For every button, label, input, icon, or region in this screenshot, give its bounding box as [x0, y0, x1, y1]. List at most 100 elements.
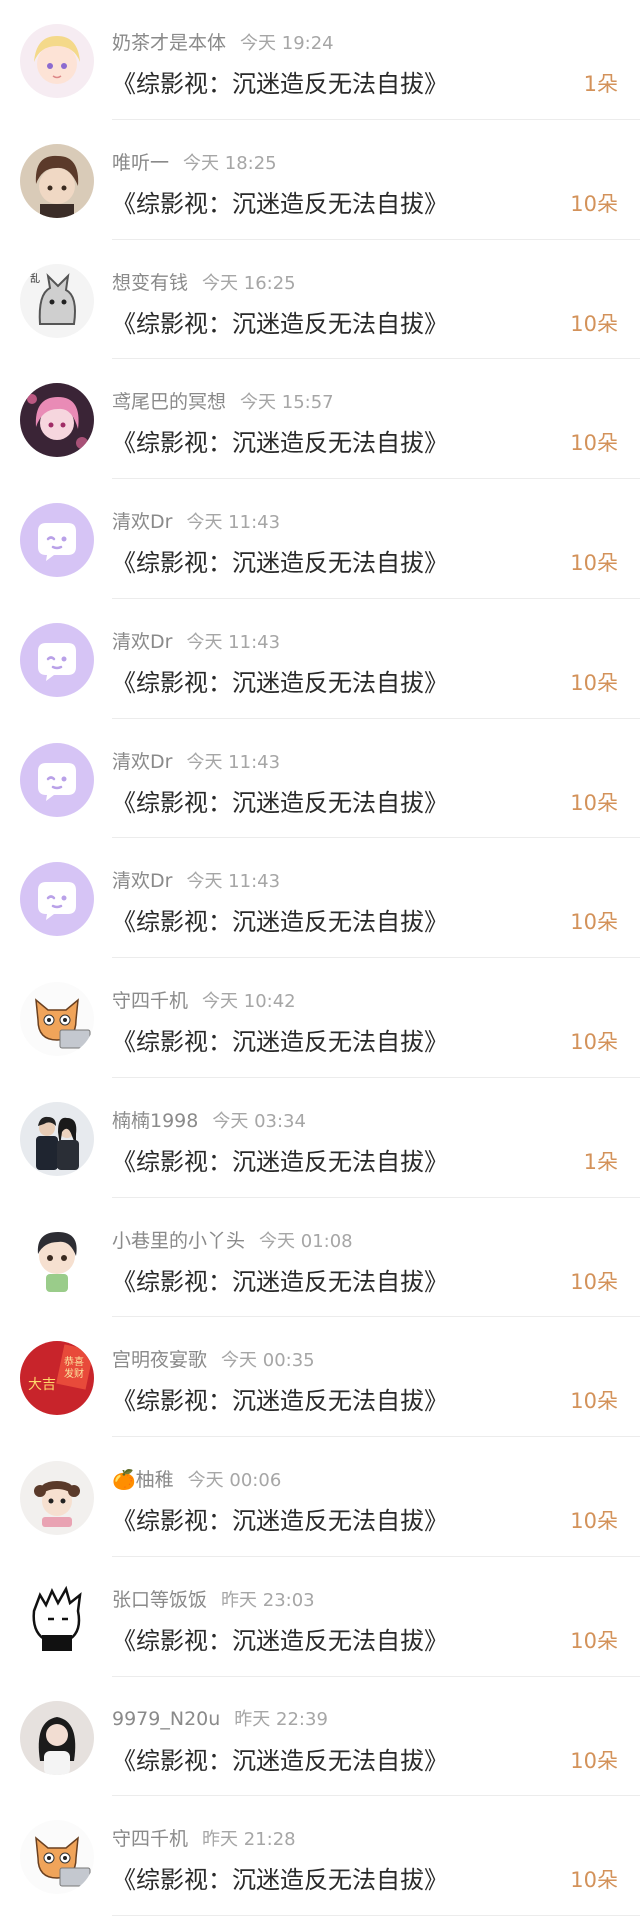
book-title: 《综影视：沉迷造反无法自拔》	[112, 1866, 448, 1895]
user-name[interactable]: 想变有钱	[112, 272, 188, 294]
gift-amount: 10朵	[570, 1748, 618, 1773]
record-meta: 想变有钱 今天 16:25	[112, 268, 296, 295]
user-name[interactable]: 清欢Dr	[112, 870, 172, 892]
timestamp: 今天 11:43	[186, 512, 281, 533]
avatar[interactable]	[20, 982, 94, 1056]
avatar[interactable]: 恭喜 发财 大吉	[20, 1341, 94, 1416]
list-item[interactable]: 清欢Dr 今天 11:43 《综影视：沉迷造反无法自拔》 10朵	[0, 479, 640, 599]
record-meta: 小巷里的小丫头 今天 01:08	[112, 1226, 353, 1253]
book-title: 《综影视：沉迷造反无法自拔》	[112, 668, 448, 697]
list-item[interactable]: 楠楠1998 今天 03:34 《综影视：沉迷造反无法自拔》 1朵	[0, 1078, 640, 1198]
user-name[interactable]: 奶茶才是本体	[112, 32, 226, 54]
timestamp: 今天 11:43	[186, 871, 281, 893]
girl-photo-avatar	[20, 1700, 94, 1775]
timestamp: 今天 18:25	[183, 152, 277, 174]
list-item[interactable]: 清欢Dr 今天 11:43 《综影视：沉迷造反无法自拔》 10朵	[0, 719, 640, 839]
record-meta: 守四千机 今天 10:42	[112, 986, 296, 1013]
gift-amount: 10朵	[570, 1628, 618, 1653]
gift-record-list: 奶茶才是本体 今天 19:24 《综影视：沉迷造反无法自拔》 1朵 唯听一 今天 18:2…	[0, 0, 640, 1916]
default-chat-avatar	[20, 862, 94, 937]
book-title: 《综影视：沉迷造反无法自拔》	[112, 1626, 448, 1655]
avatar[interactable]	[20, 143, 94, 218]
avatar[interactable]	[20, 1700, 94, 1775]
cat-laptop-avatar	[20, 982, 94, 1056]
timestamp: 今天 19:24	[240, 33, 334, 54]
user-name[interactable]: 鸢尾巴的冥想	[112, 391, 226, 413]
list-item[interactable]: 9979_N20u 昨天 22:39 《综影视：沉迷造反无法自拔》 10朵	[0, 1677, 640, 1797]
list-item[interactable]: 小巷里的小丫头 今天 01:08 《综影视：沉迷造反无法自拔》 10朵	[0, 1198, 640, 1318]
avatar[interactable]	[20, 742, 94, 817]
avatar[interactable]	[20, 1101, 94, 1176]
record-meta: 🍊柚稚 今天 00:06	[112, 1465, 281, 1492]
list-item[interactable]: 守四千机 今天 10:42 《综影视：沉迷造反无法自拔》 10朵	[0, 958, 640, 1078]
list-item[interactable]: 清欢Dr 今天 11:43 《综影视：沉迷造反无法自拔》 10朵	[0, 599, 640, 719]
record-meta: 鸢尾巴的冥想 今天 15:57	[112, 387, 334, 414]
gift-amount: 10朵	[570, 1868, 618, 1893]
record-meta: 奶茶才是本体 今天 19:24	[112, 28, 334, 55]
avatar[interactable]	[20, 383, 94, 458]
timestamp: 今天 00:35	[221, 1350, 315, 1372]
anime-girl-avatar	[20, 24, 94, 98]
default-chat-avatar	[20, 742, 94, 817]
chibi-girl-avatar	[20, 1461, 94, 1535]
user-name[interactable]: 清欢Dr	[112, 511, 172, 533]
chibi-boy-avatar	[20, 1221, 94, 1296]
list-item[interactable]: 守四千机 昨天 21:28 《综影视：沉迷造反无法自拔》 10朵	[0, 1796, 640, 1916]
list-item[interactable]: 清欢Dr 今天 11:43 《综影视：沉迷造反无法自拔》 10朵	[0, 838, 640, 958]
avatar[interactable]	[20, 24, 94, 98]
book-title: 《综影视：沉迷造反无法自拔》	[112, 908, 448, 937]
gift-amount: 10朵	[570, 191, 618, 216]
user-name[interactable]: 楠楠1998	[112, 1110, 198, 1132]
list-item[interactable]: 🍊柚稚 今天 00:06 《综影视：沉迷造反无法自拔》 10朵	[0, 1437, 640, 1557]
record-meta: 清欢Dr 今天 11:43	[112, 866, 280, 893]
book-title: 《综影视：沉迷造反无法自拔》	[112, 70, 448, 98]
avatar[interactable]	[20, 1221, 94, 1296]
user-name[interactable]: 🍊柚稚	[112, 1469, 174, 1491]
user-name[interactable]: 清欢Dr	[112, 631, 172, 653]
user-name[interactable]: 宫明夜宴歌	[112, 1349, 207, 1371]
avatar[interactable]	[20, 1461, 94, 1535]
list-item[interactable]: 乱 想变有钱 今天 16:25 《综影视：沉迷造反无法自拔》 10朵	[0, 240, 640, 360]
timestamp: 今天 00:06	[187, 1470, 282, 1491]
user-name[interactable]: 守四千机	[112, 1828, 188, 1850]
list-item[interactable]: 恭喜 发财 大吉 宫明夜宴歌 今天 00:35 《综影视：沉迷造反无法自拔》 10朵	[0, 1317, 640, 1437]
timestamp: 今天 16:25	[202, 272, 296, 294]
avatar[interactable]	[20, 1820, 94, 1895]
avatar[interactable]	[20, 622, 94, 697]
user-name[interactable]: 清欢Dr	[112, 751, 172, 773]
record-meta: 9979_N20u 昨天 22:39	[112, 1705, 328, 1731]
user-name[interactable]: 小巷里的小丫头	[112, 1230, 245, 1252]
avatar[interactable]	[20, 1580, 94, 1655]
gift-amount: 10朵	[570, 431, 618, 456]
list-item[interactable]: 唯听一 今天 18:25 《综影视：沉迷造反无法自拔》 10朵	[0, 120, 640, 240]
avatar[interactable]	[20, 862, 94, 937]
avatar[interactable]: 乱	[20, 263, 94, 338]
red-banner-avatar: 恭喜发财大吉	[20, 1341, 94, 1416]
book-title: 《综影视：沉迷造反无法自拔》	[112, 309, 448, 338]
gift-amount: 10朵	[570, 910, 618, 935]
gift-amount: 10朵	[570, 670, 618, 695]
user-name[interactable]: 唯听一	[112, 152, 169, 174]
gift-amount: 10朵	[570, 1389, 618, 1414]
list-item[interactable]: 奶茶才是本体 今天 19:24 《综影视：沉迷造反无法自拔》 1朵	[0, 0, 640, 120]
book-title: 《综影视：沉迷造反无法自拔》	[112, 1267, 448, 1296]
list-item[interactable]: 鸢尾巴的冥想 今天 15:57 《综影视：沉迷造反无法自拔》 10朵	[0, 359, 640, 479]
timestamp: 今天 03:34	[212, 1110, 306, 1132]
book-title: 《综影视：沉迷造反无法自拔》	[112, 189, 448, 218]
gift-amount: 10朵	[570, 311, 618, 336]
gift-amount: 10朵	[570, 1269, 618, 1294]
default-chat-avatar	[20, 622, 94, 697]
avatar[interactable]	[20, 503, 94, 577]
user-name[interactable]: 张口等饭饭	[112, 1589, 207, 1611]
list-item[interactable]: 张口等饭饭 昨天 23:03 《综影视：沉迷造反无法自拔》 10朵	[0, 1557, 640, 1677]
user-name[interactable]: 守四千机	[112, 990, 188, 1012]
book-title: 《综影视：沉迷造反无法自拔》	[112, 1507, 448, 1535]
record-meta: 清欢Dr 今天 11:43	[112, 507, 280, 534]
record-meta: 宫明夜宴歌 今天 00:35	[112, 1345, 315, 1372]
gift-amount: 10朵	[570, 790, 618, 815]
user-name[interactable]: 9979_N20u	[112, 1708, 220, 1730]
timestamp: 今天 15:57	[240, 392, 334, 414]
svg-text:大吉: 大吉	[28, 1377, 56, 1393]
record-meta: 楠楠1998 今天 03:34	[112, 1106, 306, 1133]
timestamp: 昨天 22:39	[234, 1708, 328, 1730]
